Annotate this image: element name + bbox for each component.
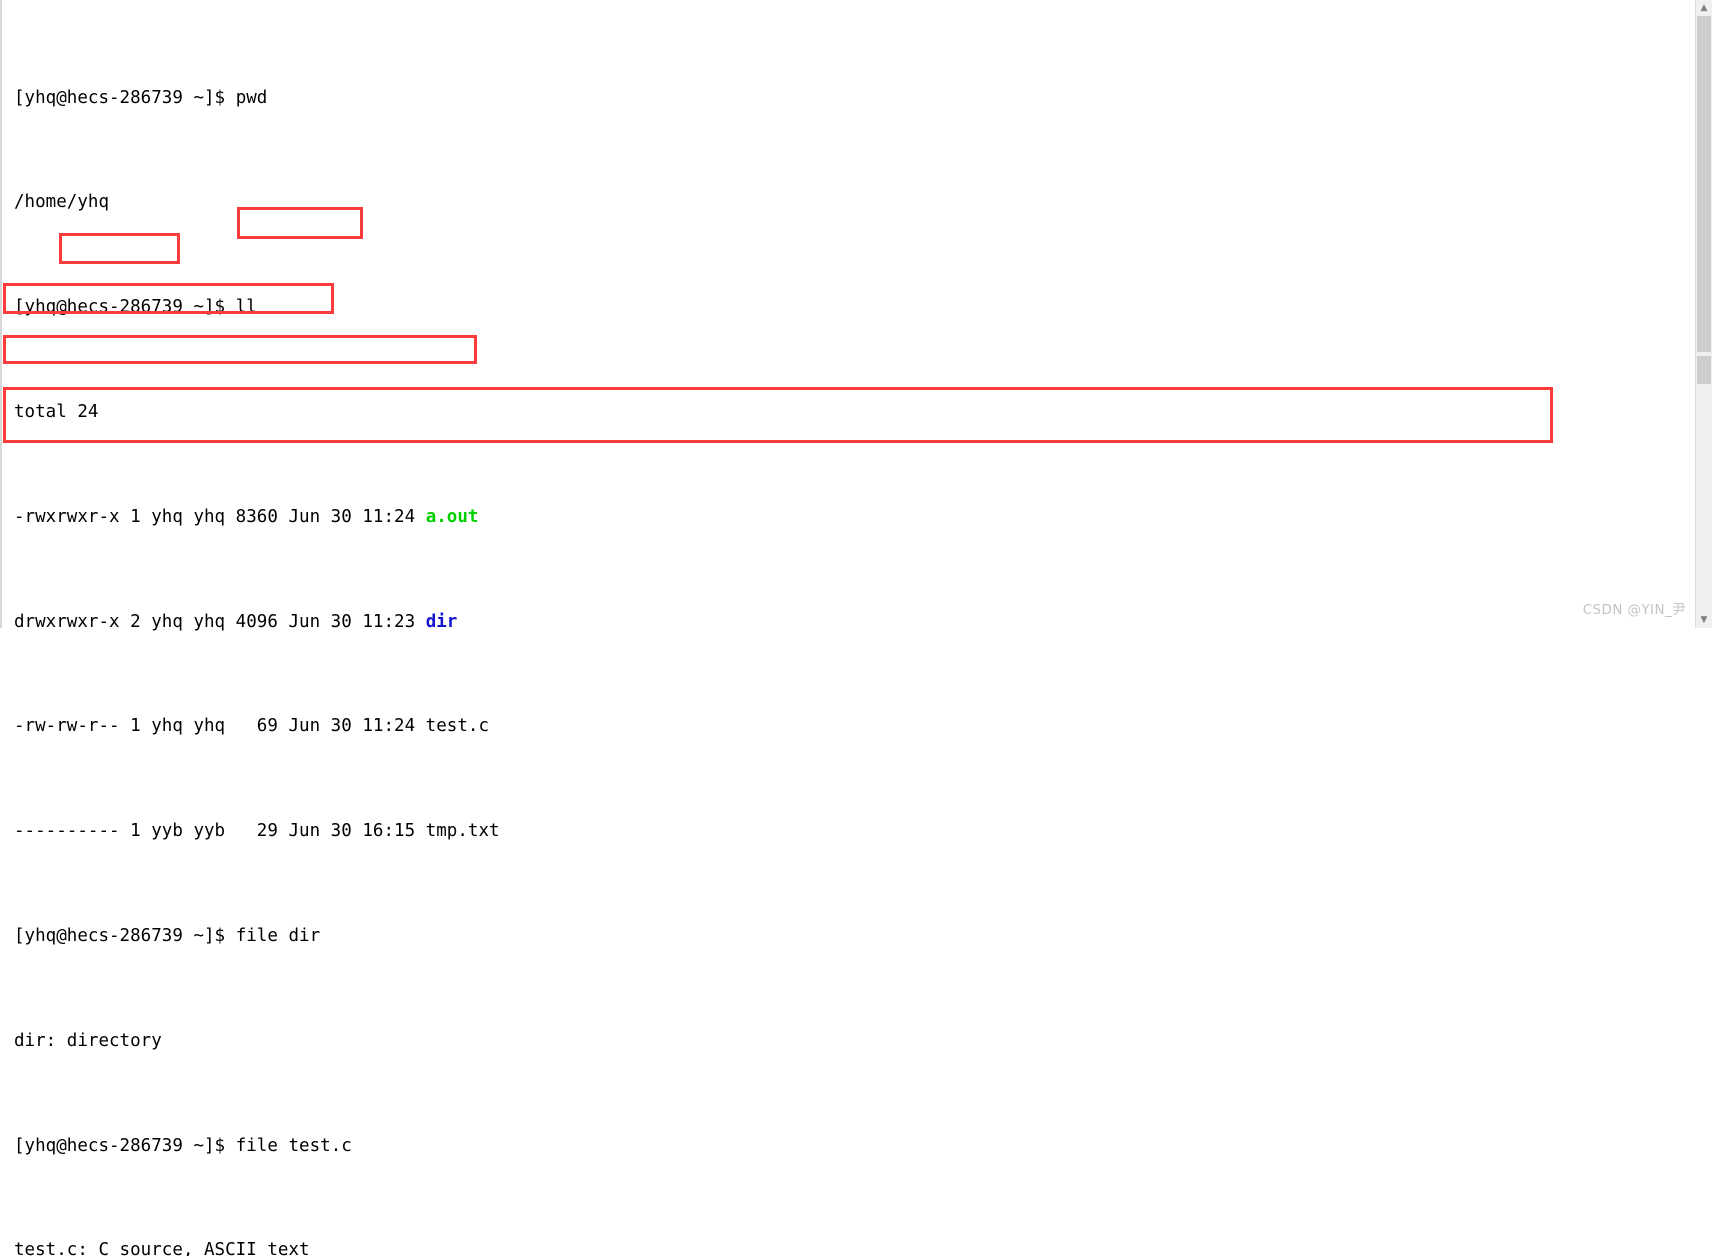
terminal-line-out-ll-dir: drwxrwxr-x 2 yhq yhq 4096 Jun 30 11:23 d… [14, 609, 1694, 635]
output-text: total 24 [14, 402, 99, 422]
scrollbar-thumb-secondary[interactable] [1697, 356, 1711, 384]
terminal-line-out-file-dir: dir: directory [14, 1028, 1694, 1054]
command-text: file dir [235, 925, 321, 946]
command-text: pwd [235, 87, 268, 108]
scrollbar[interactable]: ▲ ▼ [1695, 0, 1712, 628]
terminal-line-out-ll-aout: -rwxrwxr-x 1 yhq yhq 8360 Jun 30 11:24 a… [14, 504, 1694, 530]
terminal-line-out-ll-tmptxt: ---------- 1 yyb yyb 29 Jun 30 16:15 tmp… [14, 818, 1694, 844]
command-text: file test.c [235, 1135, 352, 1156]
file-listing-row: ---------- 1 yyb yyb 29 Jun 30 16:15 tmp… [14, 821, 500, 842]
scroll-down-arrow-icon[interactable]: ▼ [1696, 612, 1712, 628]
terminal-line-cmd-pwd: [yhq@hecs-286739 ~]$ pwd [14, 85, 1694, 111]
watermark: CSDN @YIN_尹 [1582, 602, 1686, 618]
terminal-output-area[interactable]: [yhq@hecs-286739 ~]$ pwd /home/yhq [yhq@… [14, 6, 1694, 1256]
output-text: /home/yhq [14, 192, 110, 213]
terminal-window[interactable]: [yhq@hecs-286739 ~]$ pwd /home/yhq [yhq@… [0, 0, 1712, 1256]
terminal-line-out-ll-total: total 24 [14, 399, 1694, 425]
filename-directory: dir [425, 611, 458, 632]
output-text: dir: directory [14, 1030, 162, 1051]
terminal-line-cmd-file-dir: [yhq@hecs-286739 ~]$ file dir [14, 923, 1694, 949]
scroll-up-arrow-icon[interactable]: ▲ [1696, 0, 1712, 16]
file-listing-row: -rwxrwxr-x 1 yhq yhq 8360 Jun 30 11:24 [14, 506, 426, 527]
terminal-line-out-file-testc: test.c: C source, ASCII text [14, 1237, 1694, 1256]
file-listing-row: drwxrwxr-x 2 yhq yhq 4096 Jun 30 11:23 [14, 611, 426, 632]
shell-prompt: [yhq@hecs-286739 ~]$ [14, 925, 236, 946]
file-listing-row: -rw-rw-r-- 1 yhq yhq 69 Jun 30 11:24 tes… [14, 716, 490, 737]
terminal-line-out-pwd: /home/yhq [14, 189, 1694, 215]
shell-prompt: [yhq@hecs-286739 ~]$ [14, 1135, 236, 1156]
shell-prompt: [yhq@hecs-286739 ~]$ [14, 297, 236, 318]
terminal-line-cmd-ll: [yhq@hecs-286739 ~]$ ll [14, 294, 1694, 320]
shell-prompt: [yhq@hecs-286739 ~]$ [14, 87, 236, 108]
scrollbar-thumb[interactable] [1697, 16, 1711, 352]
command-text: ll [235, 297, 257, 318]
filename-executable: a.out [425, 506, 479, 527]
terminal-line-out-ll-testc: -rw-rw-r-- 1 yhq yhq 69 Jun 30 11:24 tes… [14, 713, 1694, 739]
left-gutter-rule [0, 0, 2, 628]
output-text: test.c: C source, ASCII text [14, 1240, 310, 1256]
terminal-line-cmd-file-testc: [yhq@hecs-286739 ~]$ file test.c [14, 1133, 1694, 1159]
